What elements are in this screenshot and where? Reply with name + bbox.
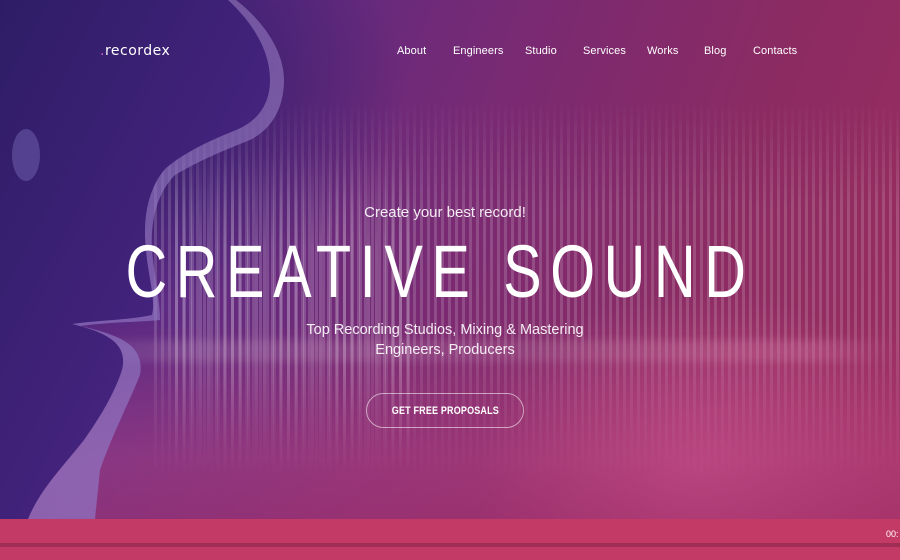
nav-item-about[interactable]: About bbox=[397, 45, 426, 57]
hero-headline: CREATIVE SOUND bbox=[125, 230, 755, 313]
hero-subtitle-line1: Top Recording Studios, Mixing & Masterin… bbox=[306, 322, 584, 338]
nav-item-studio[interactable]: Studio bbox=[525, 45, 557, 57]
main-nav: About Engineers Studio Services Works Bl… bbox=[0, 45, 900, 61]
player-progress-track[interactable] bbox=[0, 543, 900, 547]
hero-tagline: Create your best record! bbox=[364, 204, 526, 221]
audio-player-bar: 00: bbox=[0, 519, 900, 560]
nav-item-works[interactable]: Works bbox=[647, 45, 678, 57]
nav-item-contacts[interactable]: Contacts bbox=[753, 45, 797, 57]
hero-subtitle-line2: Engineers, Producers bbox=[375, 342, 515, 358]
nav-item-engineers[interactable]: Engineers bbox=[453, 45, 503, 57]
hero-subtitle: Top Recording Studios, Mixing & Masterin… bbox=[0, 320, 890, 360]
nav-item-blog[interactable]: Blog bbox=[704, 45, 726, 57]
player-time: 00: bbox=[886, 529, 899, 539]
get-free-proposals-button[interactable]: GET FREE PROPOSALS bbox=[366, 393, 524, 428]
nav-item-services[interactable]: Services bbox=[583, 45, 626, 57]
cta-label: GET FREE PROPOSALS bbox=[391, 404, 499, 417]
